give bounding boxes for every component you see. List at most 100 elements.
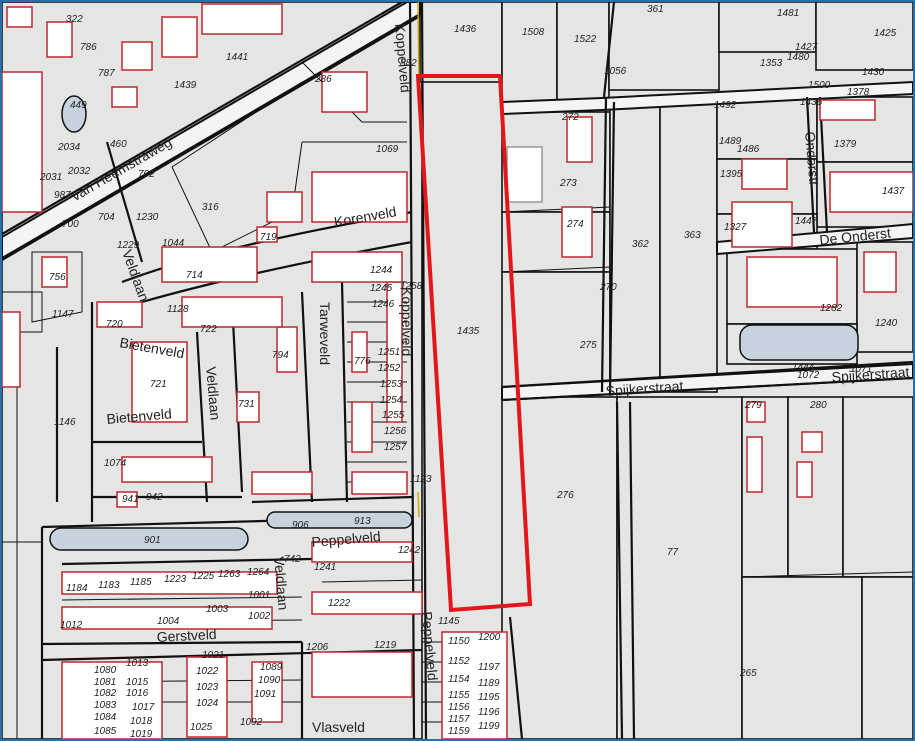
- label-1425: 1425: [874, 28, 897, 39]
- label-1023: 1023: [196, 682, 219, 693]
- label-702: 702: [138, 169, 155, 180]
- label-273: 273: [559, 178, 577, 189]
- label-1195: 1195: [478, 692, 500, 703]
- label-276: 276: [556, 490, 574, 501]
- label-1159: 1159: [448, 726, 470, 737]
- label-1082: 1082: [94, 688, 117, 699]
- label-274: 274: [566, 219, 584, 230]
- label-1056: 1056: [604, 66, 627, 77]
- label-1219: 1219: [374, 640, 397, 651]
- label-721: 721: [150, 379, 167, 390]
- label-1071: 1071: [850, 364, 872, 375]
- label-1021: 1021: [202, 650, 224, 661]
- label-1084: 1084: [94, 712, 117, 723]
- label-1069: 1069: [376, 144, 399, 155]
- label-322: 322: [66, 14, 83, 25]
- label-731: 731: [238, 399, 255, 410]
- label-1230: 1230: [136, 212, 159, 223]
- street-vlasveld: Vlasveld: [312, 719, 365, 735]
- label-1264: 1264: [247, 567, 270, 578]
- label-1017: 1017: [132, 702, 155, 713]
- label-882: 882: [400, 58, 417, 69]
- label-1152: 1152: [448, 656, 470, 667]
- label-1252: 1252: [378, 363, 401, 374]
- label-1353: 1353: [760, 58, 783, 69]
- label-1241: 1241: [314, 562, 336, 573]
- label-1157: 1157: [448, 714, 470, 725]
- label-1002: 1002: [248, 611, 271, 622]
- label-1018: 1018: [130, 716, 153, 727]
- label-1015: 1015: [126, 677, 149, 688]
- label-1436b: 1436: [800, 97, 823, 108]
- label-1430: 1430: [862, 67, 885, 78]
- label-776: 776: [354, 356, 371, 367]
- label-1199: 1199: [478, 721, 500, 732]
- label-316: 316: [202, 202, 219, 213]
- label-719: 719: [260, 232, 277, 243]
- label-1379: 1379: [834, 139, 857, 150]
- label-1022: 1022: [196, 666, 219, 677]
- label-1145: 1145: [438, 616, 460, 627]
- label-1150: 1150: [448, 636, 470, 647]
- label-906: 906: [292, 520, 309, 531]
- label-742: 742: [284, 554, 301, 565]
- label-787: 787: [98, 68, 115, 79]
- label-265: 265: [739, 668, 757, 679]
- map-canvas: Van Heemstraweg Koppelveld Koppelveld Ko…: [2, 2, 913, 739]
- label-1522: 1522: [574, 34, 597, 45]
- label-1183: 1183: [98, 580, 120, 591]
- label-1092: 1092: [240, 717, 263, 728]
- label-1128: 1128: [167, 304, 189, 315]
- label-1492: 1492: [714, 100, 737, 111]
- label-1223: 1223: [164, 574, 187, 585]
- label-1229: 1229: [117, 240, 140, 251]
- cadastral-map[interactable]: Van Heemstraweg Koppelveld Koppelveld Ko…: [0, 0, 915, 741]
- label-1004: 1004: [157, 616, 180, 627]
- label-2032: 2032: [67, 166, 91, 177]
- label-720: 720: [106, 319, 123, 330]
- label-1003: 1003: [206, 604, 229, 615]
- label-2034: 2034: [57, 142, 81, 153]
- label-1437: 1437: [882, 186, 905, 197]
- label-361: 361: [647, 4, 664, 15]
- label-77: 77: [667, 547, 679, 558]
- label-704: 704: [98, 212, 115, 223]
- label-913: 913: [354, 516, 371, 527]
- label-1025: 1025: [190, 722, 213, 733]
- street-tarweveld: Tarweveld: [317, 302, 333, 365]
- street-koppelveld: Koppelveld: [399, 287, 415, 356]
- label-272: 272: [561, 112, 579, 123]
- label-1206: 1206: [306, 642, 329, 653]
- label-286: 286: [314, 74, 332, 85]
- label-1080: 1080: [94, 665, 117, 676]
- label-1013: 1013: [126, 658, 149, 669]
- label-786: 786: [80, 42, 97, 53]
- label-1435: 1435: [457, 326, 480, 337]
- label-1327: 1327: [724, 222, 747, 233]
- label-1255: 1255: [382, 410, 405, 421]
- label-1244: 1244: [370, 265, 393, 276]
- label-280: 280: [809, 400, 827, 411]
- label-1500: 1500: [808, 80, 831, 91]
- label-1200: 1200: [478, 632, 501, 643]
- label-1256: 1256: [384, 426, 407, 437]
- label-460: 460: [110, 139, 127, 150]
- label-1240: 1240: [875, 318, 898, 329]
- label-1154: 1154: [448, 674, 470, 685]
- label-2031: 2031: [39, 172, 62, 183]
- label-1019: 1019: [130, 729, 153, 739]
- label-1439: 1439: [174, 80, 197, 91]
- label-987: 987: [54, 190, 71, 201]
- label-1083: 1083: [94, 700, 117, 711]
- label-1481: 1481: [777, 8, 799, 19]
- label-1254: 1254: [380, 395, 403, 406]
- label-1185: 1185: [130, 577, 152, 588]
- label-1486: 1486: [737, 144, 760, 155]
- label-1012: 1012: [60, 620, 83, 631]
- label-363: 363: [684, 230, 701, 241]
- label-270: 270: [599, 282, 617, 293]
- label-1001: 1001: [248, 590, 270, 601]
- label-941: 941: [122, 494, 139, 505]
- label-1441: 1441: [226, 52, 248, 63]
- label-1253: 1253: [380, 379, 403, 390]
